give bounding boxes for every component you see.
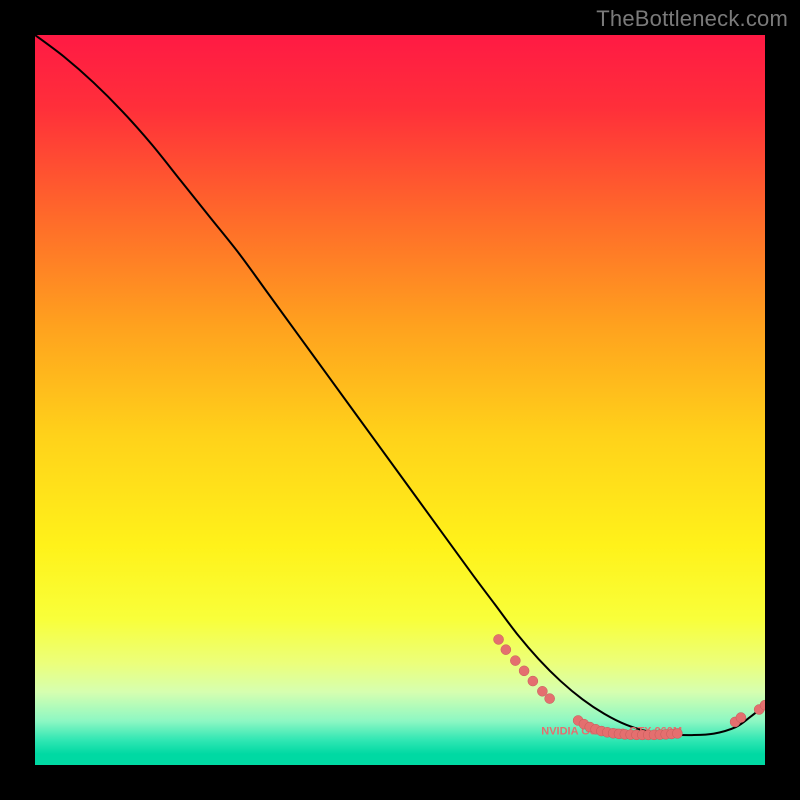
watermark-text: TheBottleneck.com	[596, 6, 788, 32]
data-marker	[672, 728, 682, 738]
data-marker	[501, 645, 511, 655]
chart-frame: TheBottleneck.com NVIDIA GeForce GTX 960…	[0, 0, 800, 800]
data-marker	[545, 694, 555, 704]
data-marker	[537, 686, 547, 696]
data-marker	[736, 713, 746, 723]
data-marker	[528, 676, 538, 686]
chart-svg: NVIDIA GeForce GTX 960M	[35, 35, 765, 765]
gradient-background	[35, 35, 765, 765]
plot-area: NVIDIA GeForce GTX 960M	[35, 35, 765, 765]
data-marker	[494, 634, 504, 644]
data-marker	[510, 656, 520, 666]
data-marker	[519, 666, 529, 676]
